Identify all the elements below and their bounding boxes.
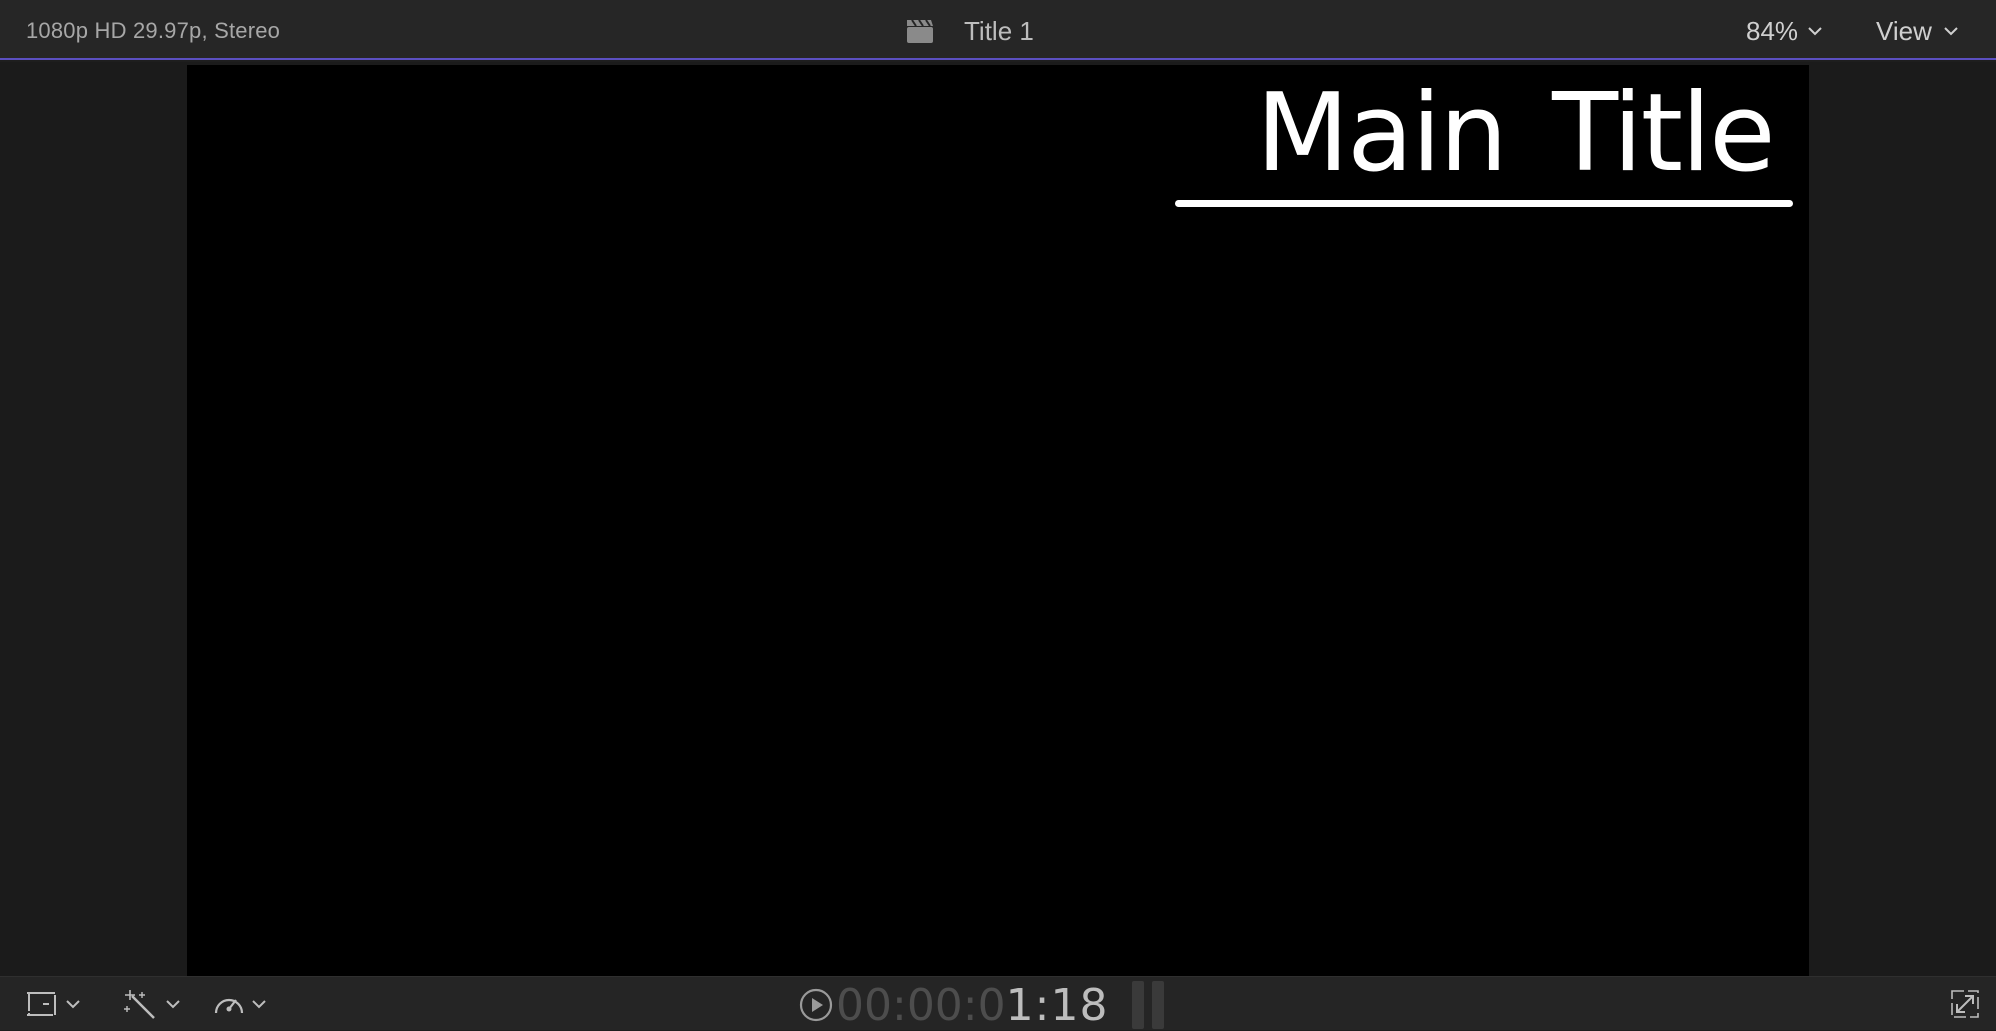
chevron-down-icon	[1808, 27, 1822, 36]
viewer-footer: 00:00:0 1:18	[0, 976, 1996, 1031]
enhancements-menu[interactable]	[124, 987, 180, 1021]
speedometer-icon	[214, 998, 244, 1014]
main-title-text[interactable]: Main Title	[1256, 80, 1776, 188]
audio-meters[interactable]	[1132, 981, 1164, 1029]
title-underline	[1175, 200, 1793, 207]
magic-wand-icon	[124, 990, 155, 1019]
chevron-down-icon	[1944, 27, 1958, 36]
video-canvas[interactable]: Main Title	[187, 65, 1809, 976]
clip-title-area: Title 1	[906, 14, 1034, 48]
view-label: View	[1876, 15, 1932, 46]
timecode-display[interactable]: 00:00:0 1:18	[798, 980, 1108, 1031]
viewer-header: 1080p HD 29.97p, Stereo Title 1 84% View	[0, 0, 1996, 60]
timecode-value: 1:18	[1005, 979, 1109, 1031]
clapperboard-icon	[907, 19, 933, 43]
transform-crop-icon	[27, 992, 56, 1016]
audio-meter-right	[1152, 981, 1164, 1029]
chevron-down-icon	[66, 1000, 80, 1009]
format-info: 1080p HD 29.97p, Stereo	[26, 18, 281, 43]
chevron-down-icon	[166, 1000, 180, 1009]
viewer-area: Main Title	[0, 62, 1996, 976]
clip-title: Title 1	[964, 15, 1034, 46]
audio-meter-left	[1132, 981, 1144, 1029]
retime-menu[interactable]	[212, 987, 266, 1021]
zoom-menu-button[interactable]: 84%	[1746, 14, 1822, 48]
fullscreen-icon[interactable]	[1950, 989, 1980, 1019]
view-menu-button[interactable]: View	[1876, 14, 1958, 48]
transform-tool-menu[interactable]	[26, 987, 80, 1021]
zoom-level: 84%	[1746, 15, 1799, 46]
chevron-down-icon	[252, 1000, 266, 1009]
play-circle-icon[interactable]	[798, 987, 834, 1023]
timecode-leading: 00:00:0	[836, 979, 1006, 1031]
